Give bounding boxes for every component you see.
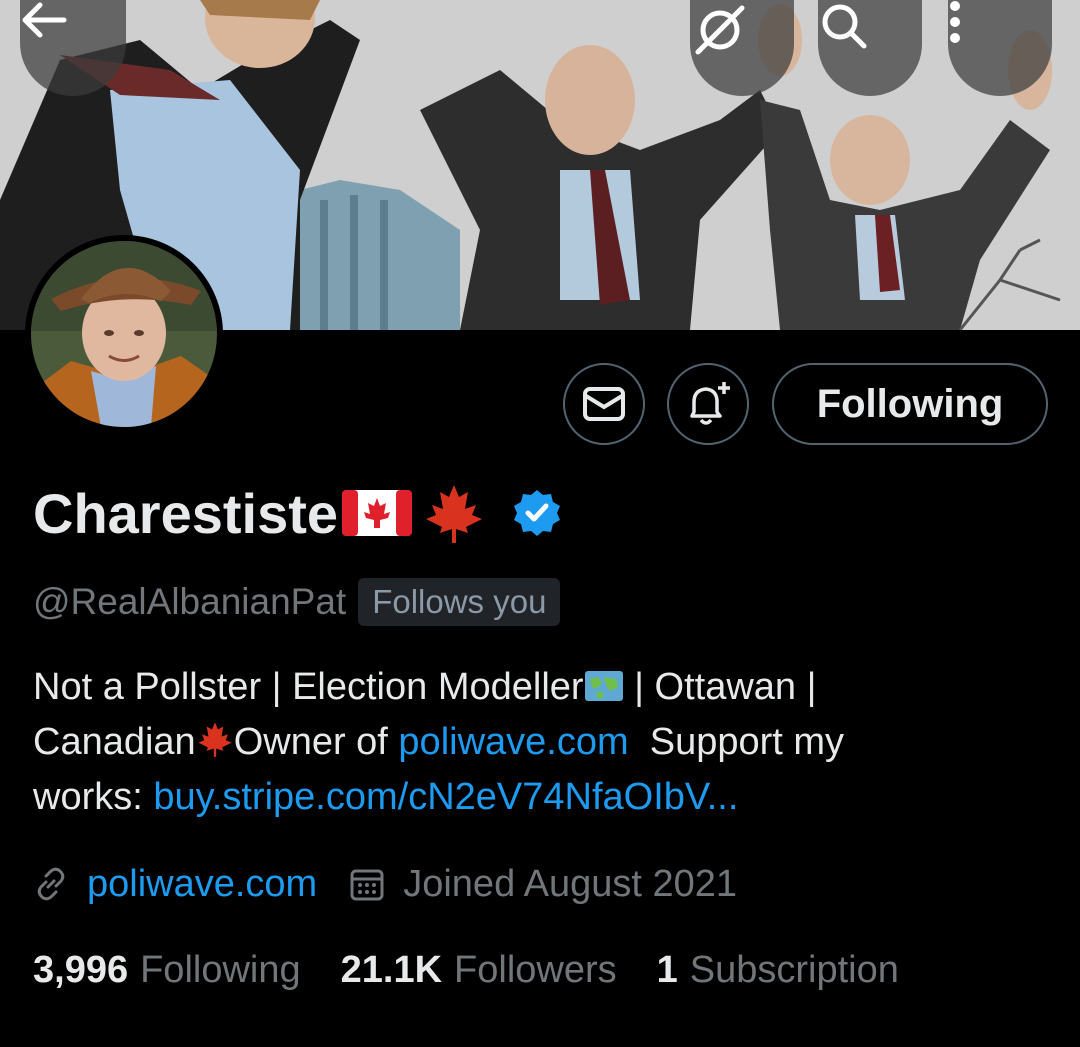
verified-badge-icon (514, 490, 561, 536)
canada-flag-icon (342, 490, 413, 536)
avatar[interactable] (25, 235, 223, 433)
maple-leaf-icon (198, 722, 232, 757)
world-map-icon (584, 671, 623, 701)
bio-text: works: (33, 776, 154, 818)
following-count: 3,996 (33, 948, 129, 991)
followers-count: 21.1K (340, 948, 443, 991)
handle: @RealAlbanianPat (33, 581, 347, 622)
following-label: Following (140, 948, 301, 991)
bio-text: Support my (628, 721, 845, 763)
display-name: Charestiste (33, 481, 339, 545)
bio: Not a Pollster | Election Modeller | Ott… (33, 660, 1043, 825)
more-vertical-icon (950, 1, 960, 43)
arrow-left-icon (22, 2, 67, 38)
handle-row: @RealAlbanianPat Follows you (33, 576, 561, 628)
grok-slash-icon (695, 5, 745, 55)
following-button[interactable]: Following (772, 363, 1048, 445)
avatar-photo (31, 241, 217, 427)
followers-label: Followers (454, 948, 617, 991)
message-button[interactable] (563, 363, 645, 445)
mail-icon (583, 387, 625, 421)
subscription-count: 1 (656, 948, 678, 991)
following-stat[interactable]: 3,996 Following (33, 949, 301, 992)
link-icon (37, 867, 65, 901)
notify-button[interactable] (667, 363, 749, 445)
bell-plus-icon (690, 382, 730, 425)
bio-text: Canadian (33, 721, 196, 763)
bio-link-stripe[interactable]: buy.stripe.com/cN2eV74NfaOIbV... (153, 776, 738, 818)
joined-date: Joined August 2021 (403, 862, 738, 905)
followers-stat[interactable]: 21.1K Followers (341, 949, 617, 992)
bio-link-poliwave[interactable]: poliwave.com (398, 721, 628, 763)
follows-you-badge: Follows you (358, 578, 561, 626)
website-link[interactable]: poliwave.com (87, 863, 317, 906)
bio-text: Not a Pollster | Election Modeller (33, 666, 584, 708)
search-icon (822, 4, 867, 49)
subscription-stat[interactable]: 1 Subscription (657, 949, 899, 992)
display-name-row: Charestiste (33, 478, 562, 548)
profile-stats: 3,996 Following 21.1K Followers 1 Subscr… (33, 940, 939, 1000)
bio-text: | Ottawan | (623, 666, 817, 708)
subscription-label: Subscription (689, 948, 899, 991)
maple-leaf-icon (426, 485, 483, 543)
calendar-icon (350, 869, 384, 901)
bio-text: Owner of (233, 721, 399, 763)
profile-meta: poliwave.com Joined August 2021 (33, 856, 737, 912)
